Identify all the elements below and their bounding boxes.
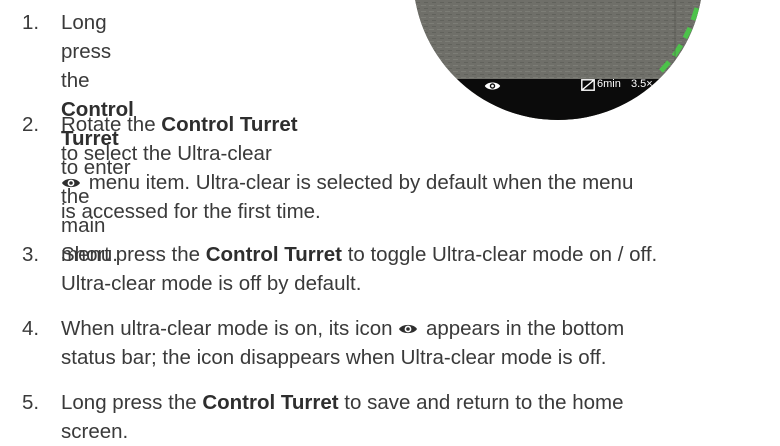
- step-text: Rotate the Control Turret to select the …: [61, 110, 780, 226]
- step-line: Short press the Control Turret to toggle…: [61, 240, 780, 269]
- text-run: to save and return to the home: [338, 391, 624, 414]
- bold-run: Control Turret: [161, 113, 298, 136]
- text-run: is accessed for the first time.: [61, 200, 321, 223]
- bold-run: Control Turret: [205, 243, 342, 266]
- battery-icon: [581, 79, 595, 91]
- text-run: menu item. Ultra-clear is selected by de…: [83, 171, 634, 194]
- text-run: to select the Ultra-clear: [61, 142, 272, 165]
- eye-icon: [398, 322, 418, 336]
- step-line: status bar; the icon disappears when Ult…: [61, 343, 780, 372]
- text-run: Short press the: [61, 243, 206, 266]
- step-line: Ultra-clear mode is off by default.: [61, 269, 780, 298]
- scope-display: 6min 3.5×: [413, 0, 703, 120]
- text-run: Rotate the: [61, 113, 162, 136]
- status-zoom: 3.5×: [631, 78, 653, 90]
- bold-run: Control Turret: [202, 391, 339, 414]
- step-text: When ultra-clear mode is on, its icon ap…: [61, 314, 780, 372]
- step-line: is accessed for the first time.: [61, 197, 780, 226]
- text-run: Long press the: [61, 11, 112, 92]
- step-number: 2.: [22, 113, 40, 136]
- eye-icon: [61, 176, 81, 190]
- text-run: to toggle Ultra-clear mode on / off.: [342, 243, 658, 266]
- step-text: Short press the Control Turret to toggle…: [61, 240, 780, 298]
- step-number: 4.: [22, 317, 40, 340]
- text-run: screen.: [61, 420, 129, 443]
- text-run: Ultra-clear mode is off by default.: [61, 272, 362, 295]
- step-number: 3.: [22, 243, 40, 266]
- step-line: Rotate the Control Turret: [61, 110, 780, 139]
- text-run: status bar; the icon disappears when Ult…: [61, 346, 607, 369]
- step-text: Long press the Control Turret to save an…: [61, 388, 780, 446]
- status-eye-icon: [484, 80, 501, 92]
- step-line: to select the Ultra-clear: [61, 139, 780, 168]
- text-run: When ultra-clear mode is on, its icon: [61, 317, 399, 340]
- step-line: menu item. Ultra-clear is selected by de…: [61, 168, 780, 197]
- status-time: 6min: [597, 78, 621, 90]
- step-line: Long press the Control Turret to save an…: [61, 388, 780, 417]
- text-run: Long press the: [61, 391, 203, 414]
- scope-scene: [413, 0, 703, 120]
- step-number: 1.: [22, 11, 40, 34]
- step-line: Long press the Control: [61, 8, 134, 124]
- step-number: 5.: [22, 391, 40, 414]
- step-line: When ultra-clear mode is on, its icon ap…: [61, 314, 780, 343]
- text-run: appears in the bottom: [420, 317, 625, 340]
